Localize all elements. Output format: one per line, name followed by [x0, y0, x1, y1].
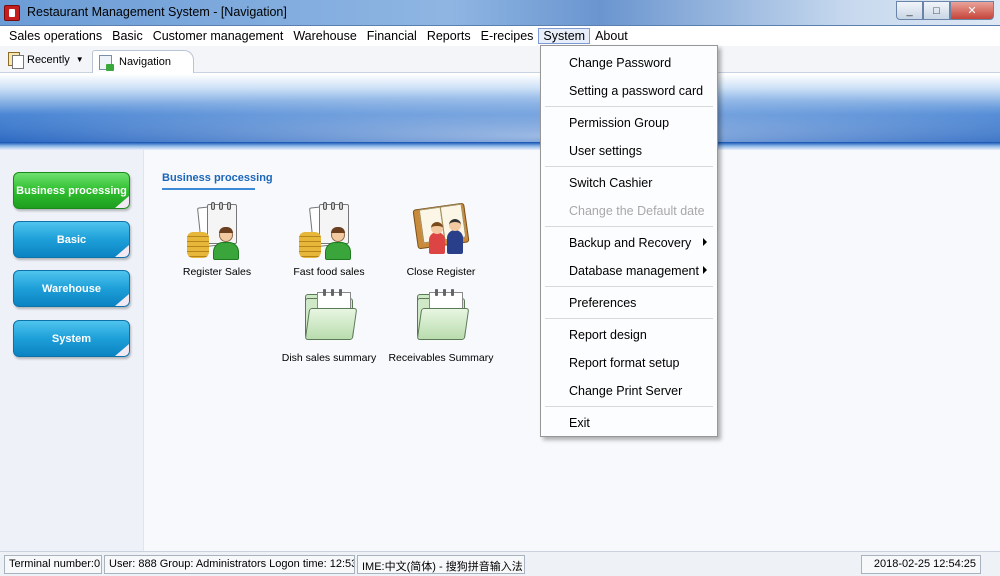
folder-icon [409, 288, 473, 348]
sidebar-item-basic[interactable]: Basic [13, 221, 130, 258]
menu-setting-password-card[interactable]: Setting a password card [543, 77, 715, 105]
recent-documents-icon [8, 52, 24, 69]
recently-label: Recently [27, 53, 70, 66]
main-panel [0, 150, 1000, 551]
launcher-label: Dish sales summary [281, 352, 377, 364]
status-bar: Terminal number:01 User: 888 Group: Admi… [0, 551, 1000, 576]
menu-exit[interactable]: Exit [543, 409, 715, 437]
document-icon [99, 54, 114, 71]
submenu-arrow-icon [703, 238, 707, 246]
menu-warehouse[interactable]: Warehouse [288, 28, 361, 44]
status-terminal: Terminal number:01 [4, 555, 102, 574]
menu-separator [545, 106, 713, 107]
menu-backup-and-recovery[interactable]: Backup and Recovery [543, 229, 715, 257]
menu-system[interactable]: System [538, 28, 591, 44]
menu-change-password[interactable]: Change Password [543, 49, 715, 77]
sidebar-item-system[interactable]: System [13, 320, 130, 357]
launcher-label: Register Sales [182, 266, 252, 278]
menu-change-default-date: Change the Default date [569, 204, 705, 218]
restore-button[interactable]: □ [923, 1, 950, 20]
launcher-label: Close Register [406, 266, 476, 278]
menu-basic[interactable]: Basic [107, 28, 148, 44]
menu-sales-operations[interactable]: Sales operations [4, 28, 107, 44]
close-register-icon [409, 202, 473, 262]
menu-bar: Sales operations Basic Customer manageme… [0, 26, 1000, 46]
menu-customer-management[interactable]: Customer management [148, 28, 289, 44]
window-title: Restaurant Management System - [Navigati… [27, 5, 287, 19]
launcher-label: Receivables Summary [388, 352, 494, 364]
menu-separator [545, 406, 713, 407]
submenu-arrow-icon [703, 266, 707, 274]
menu-financial[interactable]: Financial [362, 28, 422, 44]
launcher-register-sales[interactable]: Register Sales [162, 202, 272, 278]
folder-icon [297, 288, 361, 348]
status-user: User: 888 Group: Administrators Logon ti… [104, 555, 355, 574]
menu-item-label: Backup and Recovery [569, 236, 692, 250]
window-controls: _ □ ✕ [896, 1, 994, 20]
recently-dropdown[interactable]: Recently ▼ [8, 52, 84, 69]
tab-strip: Recently ▼ Navigation [0, 46, 1000, 73]
menu-report-design[interactable]: Report design [543, 321, 715, 349]
launcher-label: Fast food sales [293, 266, 365, 278]
menu-item-label: Database management [569, 264, 699, 278]
sidebar-item-business-processing[interactable]: Business processing [13, 172, 130, 209]
launcher-fast-food-sales[interactable]: Fast food sales [274, 202, 384, 278]
menu-separator [545, 318, 713, 319]
register-sales-icon [185, 202, 249, 262]
tab-label: Navigation [119, 56, 171, 68]
menu-switch-cashier[interactable]: Switch Cashier [543, 169, 715, 197]
launcher-dish-sales-summary[interactable]: Dish sales summary [274, 288, 384, 364]
menu-e-recipes[interactable]: E-recipes [476, 28, 539, 44]
section-underline [162, 188, 255, 190]
menu-reports[interactable]: Reports [422, 28, 476, 44]
menu-change-print-server[interactable]: Change Print Server [543, 377, 715, 405]
menu-user-settings[interactable]: User settings [543, 137, 715, 165]
chevron-down-icon: ▼ [75, 55, 84, 64]
menu-separator [545, 226, 713, 227]
section-title: Business processing [162, 172, 273, 184]
menu-about[interactable]: About [590, 28, 633, 44]
menu-permission-group[interactable]: Permission Group [543, 109, 715, 137]
menu-report-format-setup[interactable]: Report format setup [543, 349, 715, 377]
minimize-button[interactable]: _ [896, 1, 923, 20]
header-banner [0, 74, 1000, 142]
close-button[interactable]: ✕ [950, 1, 994, 20]
status-ime: IME:中文(简体) - 搜狗拼音输入法 [357, 555, 525, 574]
status-datetime: 2018-02-25 12:54:25 [861, 555, 981, 574]
system-menu-dropdown: Change Password Setting a password card … [540, 45, 718, 437]
menu-separator [545, 286, 713, 287]
tab-navigation[interactable]: Navigation [92, 50, 194, 73]
menu-preferences[interactable]: Preferences [543, 289, 715, 317]
banner-divider [0, 142, 1000, 150]
menu-database-management[interactable]: Database management [543, 257, 715, 285]
app-icon[interactable] [4, 5, 20, 21]
menu-separator [545, 166, 713, 167]
title-bar: Restaurant Management System - [Navigati… [0, 0, 1000, 26]
launcher-receivables-summary[interactable]: Receivables Summary [386, 288, 496, 364]
sidebar-item-warehouse[interactable]: Warehouse [13, 270, 130, 307]
fast-food-sales-icon [297, 202, 361, 262]
launcher-close-register[interactable]: Close Register [386, 202, 496, 278]
